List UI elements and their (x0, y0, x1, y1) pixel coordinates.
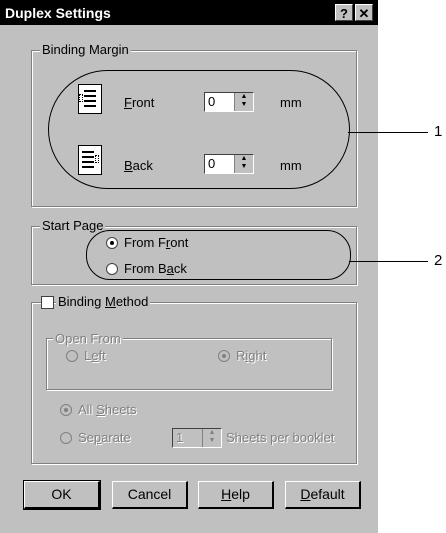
open-from-label: Open From (53, 331, 123, 346)
ok-button[interactable]: OK (23, 480, 101, 510)
open-right-radio[interactable] (218, 350, 230, 362)
default-button[interactable]: Default (285, 481, 361, 509)
help-button[interactable]: Help (198, 481, 274, 509)
help-title-button[interactable]: ? (335, 4, 353, 21)
cancel-button[interactable]: Cancel (112, 481, 188, 509)
sheets-per-booklet-spinner[interactable]: 1 ▲ ▼ (172, 428, 222, 448)
callout-line-2 (349, 261, 428, 262)
open-left-label[interactable]: Left (84, 348, 106, 363)
callout-oval-1 (48, 70, 350, 189)
open-left-radio[interactable] (66, 350, 78, 362)
separate-radio[interactable] (60, 432, 72, 444)
sheets-per-booklet-label: Sheets per booklet (226, 430, 335, 445)
binding-margin-label: Binding Margin (40, 42, 131, 57)
sheets-per-booklet-value[interactable]: 1 (176, 430, 183, 445)
all-sheets-label[interactable]: All Sheets (78, 402, 137, 417)
all-sheets-radio[interactable] (60, 404, 72, 416)
separate-label[interactable]: Separate (78, 430, 131, 445)
callout-number-2: 2 (434, 252, 443, 269)
callout-oval-2 (86, 230, 351, 280)
start-page-label: Start Page (40, 218, 106, 233)
title-bar[interactable]: Duplex Settings ? ✕ (0, 0, 378, 25)
open-right-label[interactable]: Right (236, 348, 266, 363)
spinner-arrows-icon[interactable]: ▲ ▼ (202, 429, 221, 447)
callout-number-1: 1 (434, 123, 443, 140)
callout-line-1 (348, 132, 428, 133)
binding-method-label[interactable]: Binding Method (56, 294, 151, 309)
window-title: Duplex Settings (5, 5, 111, 21)
close-button[interactable]: ✕ (355, 4, 373, 21)
duplex-settings-dialog: Duplex Settings ? ✕ Binding Margin Front… (0, 0, 378, 533)
binding-method-checkbox[interactable] (41, 296, 54, 309)
